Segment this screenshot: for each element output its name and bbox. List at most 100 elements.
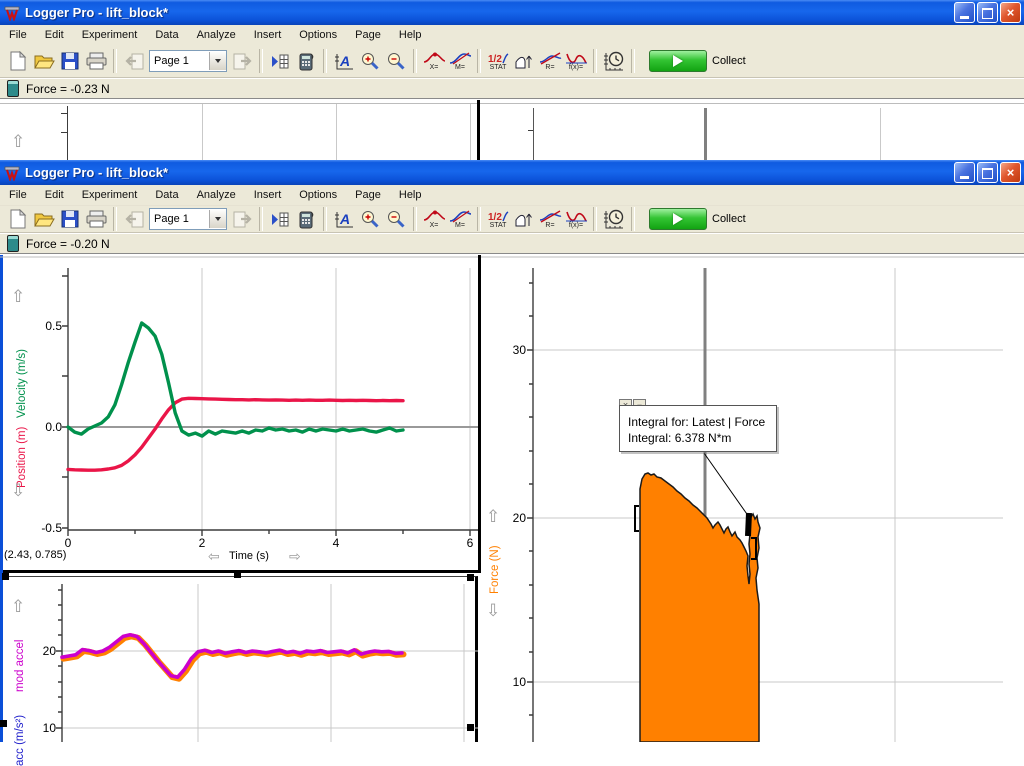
print-icon[interactable]: [83, 204, 109, 234]
pane-b-scale-up-arrow-icon[interactable]: ⇧: [11, 598, 25, 615]
calculator-icon[interactable]: [293, 46, 319, 76]
zoom-out-icon[interactable]: [383, 46, 409, 76]
force-axis-label[interactable]: Force (N): [489, 528, 501, 594]
page-selector[interactable]: Page 1: [149, 50, 227, 72]
force-sensor-icon[interactable]: [7, 80, 19, 97]
calculator-icon[interactable]: [293, 204, 319, 234]
svg-text:A: A: [339, 211, 350, 227]
window1-statusbar: Force = -0.23 N: [0, 78, 1024, 99]
new-file-icon[interactable]: [5, 204, 31, 234]
acceleration-graph[interactable]: 20 10: [0, 576, 481, 742]
time-axis-right-arrow-icon[interactable]: ⇨: [289, 549, 301, 563]
position-velocity-graph[interactable]: 0.5 0.0 -0.5 0 2 4 6: [0, 255, 481, 570]
window2-restore-icon[interactable]: [977, 162, 998, 183]
statistics-icon[interactable]: 1/2STAT: [485, 204, 511, 234]
linear-fit-icon[interactable]: R=: [537, 204, 563, 234]
linear-fit-icon[interactable]: R=: [537, 46, 563, 76]
examine-icon[interactable]: X=: [421, 46, 447, 76]
selection-handle[interactable]: [234, 571, 241, 578]
data-collection-setup-icon[interactable]: [601, 46, 627, 76]
window2-minimize-icon[interactable]: [954, 162, 975, 183]
position-axis-label[interactable]: Position (m): [16, 416, 28, 488]
print-icon[interactable]: [83, 46, 109, 76]
integral-shaded-region[interactable]: [640, 473, 760, 742]
save-icon[interactable]: [57, 204, 83, 234]
menu-insert[interactable]: Insert: [245, 26, 291, 44]
window2-titlebar[interactable]: Logger Pro - lift_block* ×: [0, 160, 1024, 185]
time-axis-left-arrow-icon[interactable]: ⇦: [208, 549, 220, 563]
velocity-axis-label[interactable]: Velocity (m/s): [16, 312, 28, 418]
axes: [62, 268, 478, 536]
zoom-in-icon[interactable]: [357, 204, 383, 234]
acc-axis-label[interactable]: acc (m/s²): [14, 694, 26, 766]
pane-c-scale-down-arrow-icon[interactable]: ⇩: [486, 602, 500, 619]
open-file-icon[interactable]: [31, 204, 57, 234]
menu-options[interactable]: Options: [290, 26, 346, 44]
curve-fit-icon[interactable]: f(x)=: [563, 204, 589, 234]
time-axis-label[interactable]: Time (s): [229, 550, 269, 562]
mod-accel-axis-label[interactable]: mod accel: [14, 622, 26, 692]
menu-analyze[interactable]: Analyze: [188, 26, 245, 44]
autoscale-icon[interactable]: A: [331, 204, 357, 234]
selection-handle[interactable]: [467, 574, 474, 581]
menu-experiment[interactable]: Experiment: [73, 186, 147, 204]
save-icon[interactable]: [57, 46, 83, 76]
window2-sensor-reading: Force = -0.20 N: [26, 237, 110, 251]
menu-options[interactable]: Options: [290, 186, 346, 204]
pane-a-scale-down-arrow-icon[interactable]: ⇩: [11, 482, 25, 499]
pane-c-scale-up-arrow-icon[interactable]: ⇧: [486, 508, 500, 525]
window1-y-axis-up-arrow-icon[interactable]: ⇧: [11, 133, 25, 150]
tangent-icon[interactable]: M=: [447, 46, 473, 76]
autoscale-icon[interactable]: A: [331, 46, 357, 76]
collect-button[interactable]: [649, 208, 707, 230]
previous-page-icon[interactable]: [121, 204, 147, 234]
data-collection-setup-icon[interactable]: [601, 204, 627, 234]
open-file-icon[interactable]: [31, 46, 57, 76]
force-sensor-icon[interactable]: [7, 235, 19, 252]
window2-close-icon[interactable]: ×: [1000, 162, 1021, 183]
menu-help[interactable]: Help: [390, 26, 431, 44]
window1-graph-strip[interactable]: ⇧: [0, 100, 1024, 160]
statistics-icon[interactable]: 1/2STAT: [485, 46, 511, 76]
menu-edit[interactable]: Edit: [36, 186, 73, 204]
menu-page[interactable]: Page: [346, 186, 390, 204]
window1-restore-icon[interactable]: [977, 2, 998, 23]
next-page-icon[interactable]: [229, 204, 255, 234]
page-selector[interactable]: Page 1: [149, 208, 227, 230]
previous-page-icon[interactable]: [121, 46, 147, 76]
window1-titlebar[interactable]: Logger Pro - lift_block* ×: [0, 0, 1024, 25]
selection-handle[interactable]: [2, 573, 9, 580]
menu-help[interactable]: Help: [390, 186, 431, 204]
force-graph[interactable]: 30 20 10: [481, 255, 1024, 742]
next-page-icon[interactable]: [229, 46, 255, 76]
menu-edit[interactable]: Edit: [36, 26, 73, 44]
data-table-icon[interactable]: [267, 46, 293, 76]
data-table-icon[interactable]: [267, 204, 293, 234]
menu-file[interactable]: File: [0, 26, 36, 44]
integral-icon[interactable]: [511, 46, 537, 76]
zoom-out-icon[interactable]: [383, 204, 409, 234]
collect-button[interactable]: [649, 50, 707, 72]
integral-icon[interactable]: [511, 204, 537, 234]
menu-experiment[interactable]: Experiment: [73, 26, 147, 44]
pane-a-scale-up-arrow-icon[interactable]: ⇧: [11, 288, 25, 305]
zoom-in-icon[interactable]: [357, 46, 383, 76]
menu-data[interactable]: Data: [146, 26, 187, 44]
new-file-icon[interactable]: [5, 46, 31, 76]
ytick-label: 30: [513, 343, 527, 357]
integral-annotation-box[interactable]: Integral for: Latest | Force Integral: 6…: [619, 405, 777, 452]
tangent-icon[interactable]: M=: [447, 204, 473, 234]
menu-data[interactable]: Data: [146, 186, 187, 204]
menu-file[interactable]: File: [0, 186, 36, 204]
selection-handle[interactable]: [467, 724, 474, 731]
menu-page[interactable]: Page: [346, 26, 390, 44]
selection-handle[interactable]: [0, 720, 7, 727]
page-dropdown-arrow-icon[interactable]: [209, 210, 226, 228]
menu-analyze[interactable]: Analyze: [188, 186, 245, 204]
page-dropdown-arrow-icon[interactable]: [209, 52, 226, 70]
window1-minimize-icon[interactable]: [954, 2, 975, 23]
menu-insert[interactable]: Insert: [245, 186, 291, 204]
window1-close-icon[interactable]: ×: [1000, 2, 1021, 23]
examine-icon[interactable]: X=: [421, 204, 447, 234]
curve-fit-icon[interactable]: f(x)=: [563, 46, 589, 76]
